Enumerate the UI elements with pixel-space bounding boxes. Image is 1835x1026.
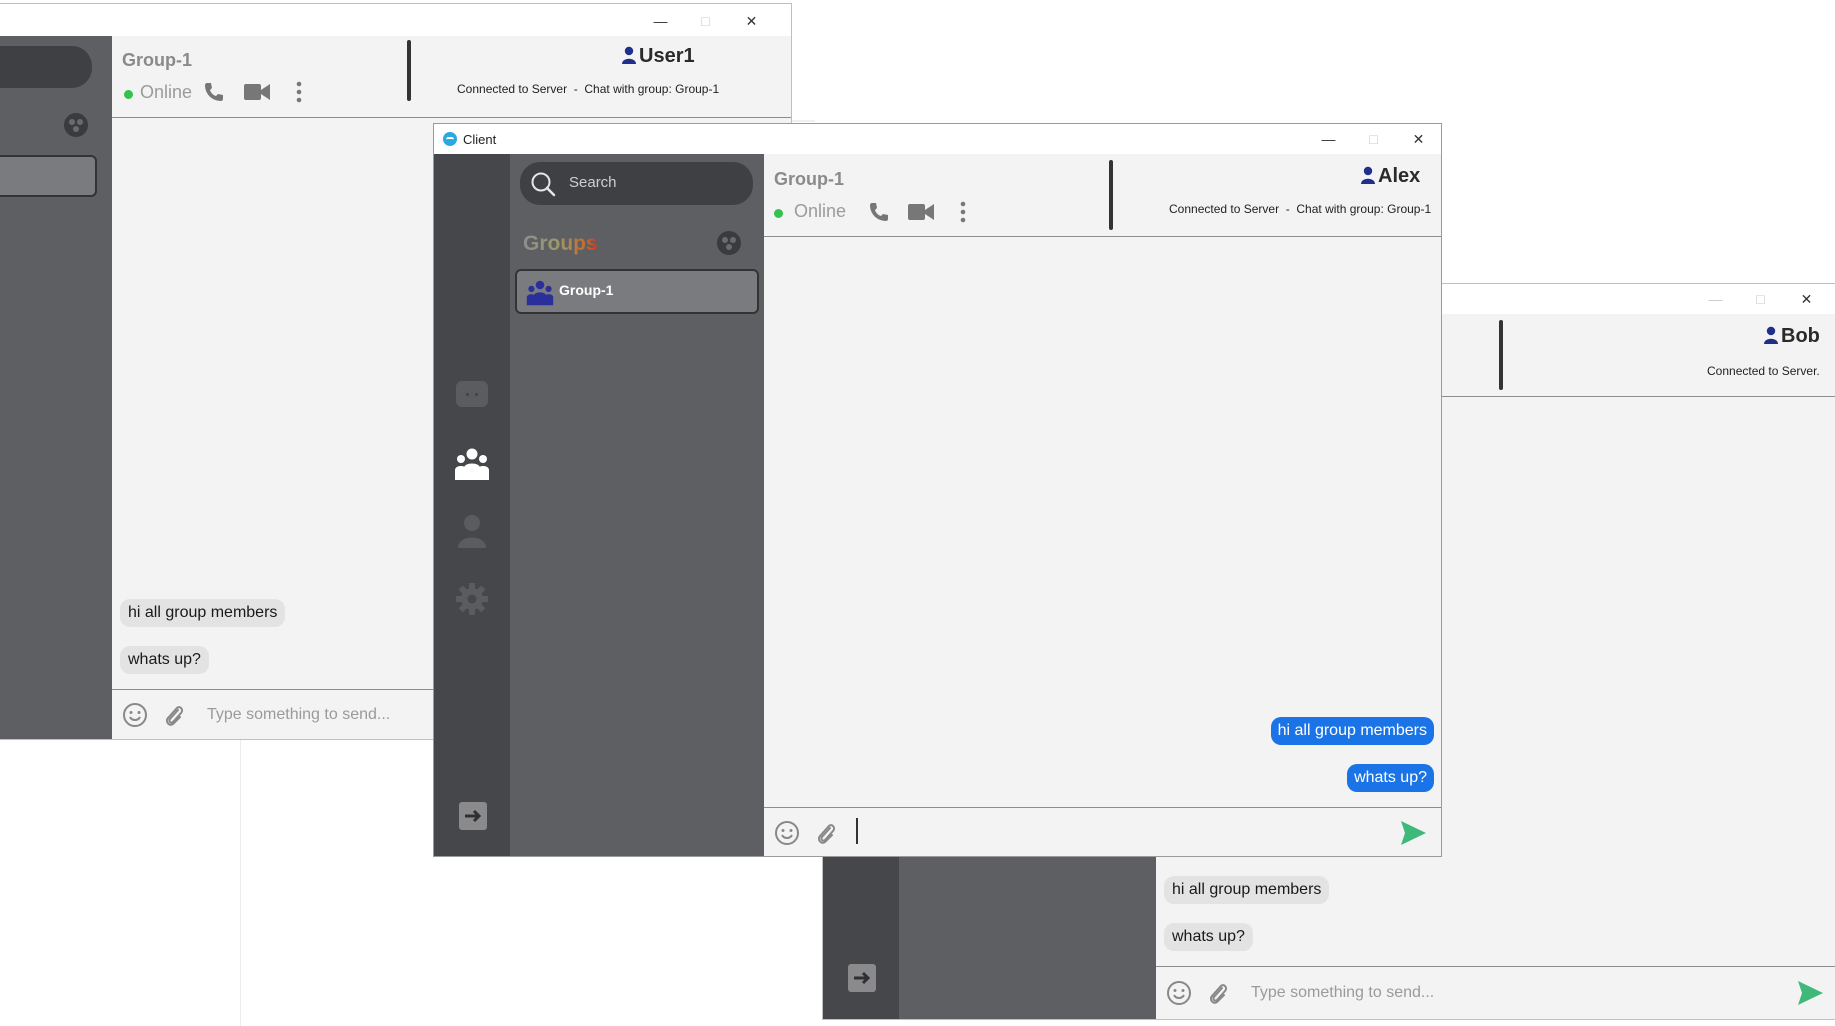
maximize-button[interactable]: □ (1351, 124, 1396, 154)
connection-status: Connected to Server - Chat with group: G… (1169, 202, 1432, 216)
emoji-icon[interactable] (122, 702, 148, 733)
search-input[interactable]: Search (569, 174, 617, 191)
maximize-button[interactable]: □ (683, 6, 728, 36)
header-divider (407, 40, 411, 101)
close-button[interactable]: ✕ (1396, 124, 1441, 154)
group-item[interactable]: Group-1 (515, 269, 759, 314)
message-bubble: whats up? (120, 646, 209, 674)
connection-status: Connected to Server. (1707, 364, 1820, 378)
add-group-icon[interactable] (716, 230, 742, 261)
chat-header: Group-1 Online User1 Connected to Server… (112, 36, 791, 118)
attach-icon[interactable] (1206, 980, 1228, 1011)
user-avatar-icon (622, 46, 636, 69)
message-bubble: hi all group members (120, 599, 286, 627)
user-name: Alex (1378, 165, 1421, 187)
group-item-selected[interactable] (0, 155, 97, 197)
user-name: User1 (639, 45, 695, 67)
groups-icon[interactable] (454, 446, 490, 485)
send-icon[interactable] (1796, 979, 1824, 1012)
groups-heading: Groups (523, 232, 598, 255)
nav-rail (434, 154, 510, 856)
group-item-label: Group-1 (559, 282, 614, 298)
online-dot (774, 209, 783, 218)
message-input[interactable]: Type something to send... (207, 706, 390, 724)
user-name: Bob (1781, 325, 1820, 347)
group-title: Group-1 (122, 50, 192, 70)
maximize-button[interactable]: □ (1738, 284, 1783, 314)
profile-icon[interactable] (457, 514, 487, 553)
search-box[interactable] (0, 46, 92, 88)
send-icon[interactable] (1399, 819, 1427, 852)
desktop-divider (240, 735, 241, 1026)
video-call-icon[interactable] (907, 201, 935, 228)
sidebar: Search Groups Group-1 (510, 154, 764, 856)
group-title: Group-1 (774, 169, 844, 189)
chat-header: Group-1 Online Alex Connected to Server … (764, 154, 1441, 237)
group-icon (526, 278, 554, 311)
emoji-icon[interactable] (774, 820, 800, 851)
minimize-button[interactable]: — (1693, 284, 1738, 314)
user-avatar-icon (1764, 326, 1778, 349)
status-text: Online (794, 201, 847, 221)
video-call-icon[interactable] (243, 81, 271, 108)
message-bubble: hi all group members (1164, 876, 1330, 904)
logout-icon[interactable] (848, 964, 876, 997)
more-options-icon[interactable] (959, 201, 967, 228)
close-button[interactable]: ✕ (729, 6, 774, 36)
settings-icon[interactable] (456, 583, 488, 620)
message-input[interactable] (856, 816, 1366, 848)
message-bubble: whats up? (1164, 923, 1253, 951)
attach-icon[interactable] (162, 702, 184, 733)
chat-area: hi all group members whats up? (764, 237, 1441, 807)
composer (764, 807, 1441, 856)
client-window-alex: Client — □ ✕ Search Groups Group-1 Group… (433, 123, 1442, 857)
phone-icon[interactable] (202, 80, 226, 109)
attach-icon[interactable] (814, 820, 836, 851)
header-divider (1499, 320, 1503, 390)
composer: Type something to send... (1156, 966, 1835, 1019)
user-avatar-icon (1361, 166, 1375, 189)
text-caret (856, 818, 858, 844)
app-logo-icon (443, 132, 457, 146)
connection-status: Connected to Server - Chat with group: G… (457, 82, 720, 96)
add-group-icon[interactable] (63, 112, 89, 143)
message-bubble-sent: hi all group members (1270, 717, 1434, 745)
close-button[interactable]: ✕ (1784, 284, 1829, 314)
phone-icon[interactable] (867, 200, 891, 229)
emoji-icon[interactable] (1166, 980, 1192, 1011)
more-options-icon[interactable] (295, 81, 303, 108)
message-input[interactable]: Type something to send... (1251, 984, 1434, 1002)
chat-icon[interactable] (455, 380, 489, 415)
minimize-button[interactable]: — (1306, 124, 1351, 154)
status-text: Online (140, 82, 193, 102)
search-icon (530, 171, 556, 202)
title-bar: — □ ✕ (0, 4, 791, 36)
sidebar (0, 36, 112, 739)
search-box[interactable]: Search (520, 162, 753, 205)
logout-icon[interactable] (459, 802, 487, 835)
window-title: Client (463, 132, 497, 147)
minimize-button[interactable]: — (638, 6, 683, 36)
header-divider (1109, 160, 1113, 230)
title-bar: Client — □ ✕ (434, 124, 1441, 154)
message-bubble-sent: whats up? (1347, 764, 1434, 792)
online-dot (124, 90, 133, 99)
